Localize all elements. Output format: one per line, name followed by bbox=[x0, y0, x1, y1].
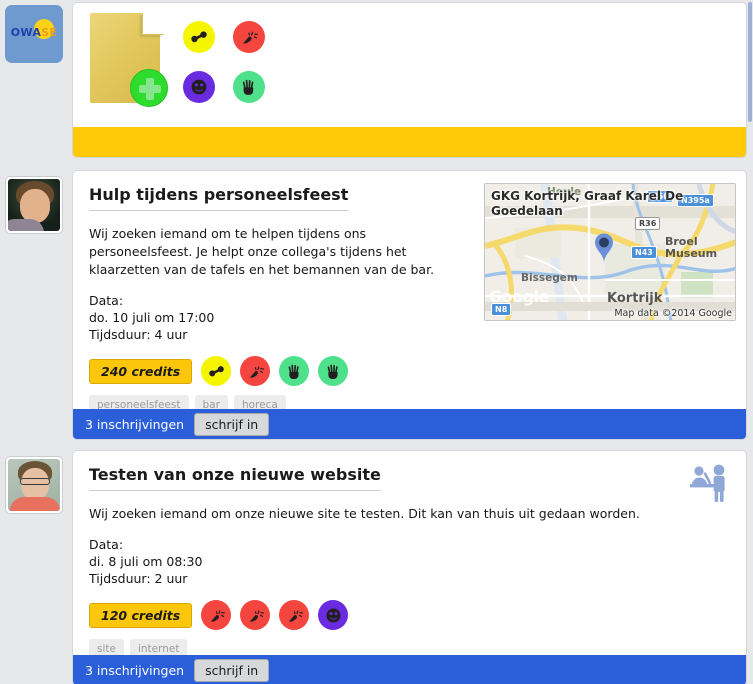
scrollbar[interactable] bbox=[747, 0, 753, 684]
scrollbar-thumb[interactable] bbox=[748, 2, 752, 122]
job-footer: 3 inschrijvingen schrijf in bbox=[73, 655, 746, 684]
app-logo[interactable]: OWASE bbox=[5, 5, 63, 63]
subscribe-button[interactable]: schrijf in bbox=[194, 658, 270, 682]
new-task-card[interactable] bbox=[72, 2, 747, 158]
reception-desk-icon bbox=[688, 463, 734, 507]
job-card: Testen van onze nieuwe website Wij zoeke… bbox=[72, 450, 747, 684]
page-fold-icon bbox=[142, 13, 164, 35]
avatar-glasses bbox=[20, 478, 50, 485]
job-date-value: di. 8 juli om 08:30 bbox=[89, 554, 203, 569]
credits-badge: 240 credits bbox=[89, 358, 193, 384]
subscription-count: 3 inschrijvingen bbox=[85, 416, 185, 432]
avatar[interactable] bbox=[5, 176, 63, 234]
subscribe-button[interactable]: schrijf in bbox=[194, 412, 270, 436]
job-badges: 120 credits bbox=[89, 600, 730, 630]
lightbulb-icon[interactable] bbox=[240, 600, 271, 630]
job-card: Hulp tijdens personeelsfeest Wij zoeken … bbox=[72, 170, 747, 440]
smiley-icon[interactable] bbox=[183, 71, 215, 103]
dumbbell-icon[interactable] bbox=[183, 21, 215, 53]
job-title: Hulp tijdens personeelsfeest bbox=[89, 185, 349, 211]
location-map[interactable]: GKG Kortrijk, Graaf Karel De Goedelaan H… bbox=[484, 183, 736, 321]
map-label-broel-museum: Broel Museum bbox=[665, 235, 718, 260]
dumbbell-icon[interactable] bbox=[201, 356, 232, 386]
app-root: OWASE Hulp tijdens personeelsfeest Wij z… bbox=[0, 0, 753, 684]
map-location-label: GKG Kortrijk, Graaf Karel De Goedelaan bbox=[491, 189, 684, 218]
category-icon-grid bbox=[183, 21, 293, 111]
subscription-count: 3 inschrijvingen bbox=[85, 662, 185, 678]
new-task-action-bar[interactable] bbox=[73, 127, 746, 157]
job-duration: Tijdsduur: 4 uur bbox=[89, 327, 188, 342]
map-label-bissegem: Bissegem bbox=[521, 272, 578, 284]
job-date-label: Data: bbox=[89, 537, 124, 552]
lightbulb-icon[interactable] bbox=[201, 600, 232, 630]
logo-wordmark: OWASE bbox=[10, 26, 58, 39]
map-label-kortrijk: Kortrijk bbox=[607, 291, 663, 306]
hand-icon[interactable] bbox=[233, 71, 265, 103]
google-watermark: Google bbox=[489, 287, 549, 306]
job-description: Wij zoeken iemand om onze nieuwe site te… bbox=[89, 506, 640, 521]
job-title: Testen van onze nieuwe website bbox=[89, 465, 381, 491]
road-shield-n43: N43 bbox=[631, 246, 657, 259]
document-icon[interactable] bbox=[90, 13, 168, 107]
smiley-icon[interactable] bbox=[318, 600, 349, 630]
plus-badge-icon[interactable] bbox=[130, 69, 168, 107]
job-badges: 240 credits bbox=[89, 356, 730, 386]
credits-badge: 120 credits bbox=[89, 602, 193, 628]
lightbulb-icon[interactable] bbox=[240, 356, 271, 386]
avatar[interactable] bbox=[5, 456, 63, 514]
lightbulb-icon[interactable] bbox=[233, 21, 265, 53]
avatar-shirt bbox=[10, 497, 60, 511]
hand-icon[interactable] bbox=[318, 356, 349, 386]
map-attribution: Map data ©2014 Google bbox=[614, 308, 732, 319]
avatar-face bbox=[20, 189, 50, 223]
left-rail: OWASE bbox=[0, 0, 70, 684]
job-description: Wij zoeken iemand om te helpen tijdens o… bbox=[89, 226, 435, 277]
job-duration: Tijdsduur: 2 uur bbox=[89, 571, 188, 586]
job-footer: 3 inschrijvingen schrijf in bbox=[73, 409, 746, 439]
map-pin[interactable] bbox=[593, 232, 615, 268]
lightbulb-icon[interactable] bbox=[279, 600, 310, 630]
hand-icon[interactable] bbox=[279, 356, 310, 386]
